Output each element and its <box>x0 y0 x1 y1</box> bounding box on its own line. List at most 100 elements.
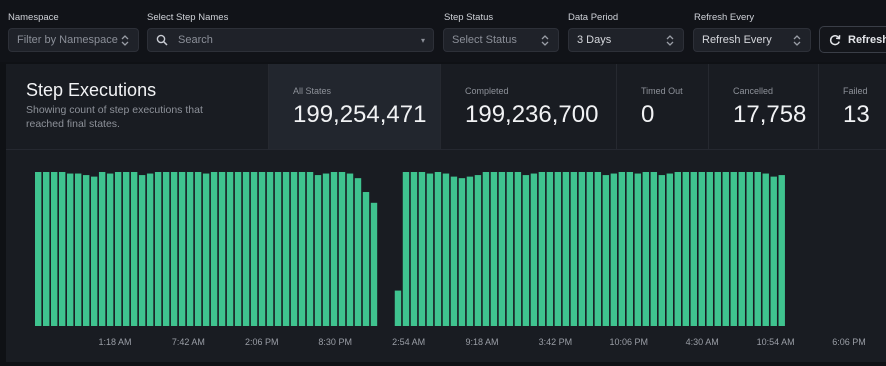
chart-bar <box>722 172 729 326</box>
updown-chevron-icon <box>540 34 550 46</box>
panel-subtitle: Showing count of step executions that re… <box>26 104 203 130</box>
chart-bar <box>314 175 322 326</box>
x-tick-label: 7:42 AM <box>172 337 205 347</box>
filter-bar: Namespace Filter by Namespace Select Ste… <box>0 0 886 62</box>
chart-bar <box>490 172 498 326</box>
refresh-button[interactable]: Refresh <box>819 26 886 53</box>
chart-bar <box>658 175 666 326</box>
namespace-value: Filter by Namespace <box>17 34 118 46</box>
updown-chevron-icon <box>665 34 675 46</box>
chart-bar <box>458 178 466 326</box>
namespace-select[interactable]: Filter by Namespace <box>8 28 139 52</box>
chart-bar <box>338 172 346 326</box>
chart-bar <box>202 173 210 326</box>
stat-timed-out[interactable]: Timed Out 0 <box>616 64 708 149</box>
chart-bar <box>498 172 506 326</box>
stat-value: 13 <box>843 101 870 128</box>
chart-bar <box>698 172 705 326</box>
chart-bar <box>546 172 554 326</box>
chart-bar <box>562 172 570 326</box>
x-tick-label: 2:06 PM <box>245 337 279 347</box>
chart-bar <box>362 192 370 326</box>
chart-bar <box>58 172 66 326</box>
chart-bar <box>594 172 602 326</box>
chart-bar <box>514 172 522 326</box>
data-period-select[interactable]: 3 Days <box>568 28 684 52</box>
chart-bar <box>98 172 106 326</box>
x-tick-label: 8:30 PM <box>318 337 352 347</box>
x-tick-label: 10:06 PM <box>610 337 649 347</box>
chart-bar <box>570 172 578 326</box>
x-tick-label: 3:42 PM <box>539 337 573 347</box>
chart-bar <box>714 172 721 326</box>
stat-value: 199,254,471 <box>293 101 427 128</box>
stat-value: 199,236,700 <box>465 101 599 128</box>
step-names-search[interactable]: Search ▾ <box>147 28 434 52</box>
chart-bar <box>42 172 50 326</box>
stat-value: 0 <box>641 101 655 128</box>
chart-bar <box>706 172 713 326</box>
refresh-every-select[interactable]: Refresh Every <box>693 28 811 52</box>
chart-bar <box>530 173 538 326</box>
x-tick-label: 6:06 PM <box>832 337 866 347</box>
namespace-label: Namespace <box>8 12 59 23</box>
chart-bar <box>450 176 458 326</box>
chart-bar <box>250 172 258 326</box>
chart-bar <box>410 172 418 326</box>
step-names-label: Select Step Names <box>147 12 229 23</box>
chart-bar <box>586 172 594 326</box>
chart-bar <box>106 173 114 326</box>
chart-bar <box>346 173 354 326</box>
chart-bar <box>298 172 306 326</box>
chart-bar <box>778 175 785 326</box>
chart-bar <box>282 172 290 326</box>
chart-bar <box>762 173 769 326</box>
chart-bar <box>618 172 626 326</box>
chart-bar <box>746 172 753 326</box>
stat-label: Cancelled <box>733 86 774 96</box>
chart-bar <box>770 176 777 326</box>
chart-bar <box>322 173 330 326</box>
updown-chevron-icon <box>120 34 130 46</box>
step-names-placeholder: Search <box>178 34 213 46</box>
chart-bar <box>738 172 745 326</box>
refresh-icon <box>829 34 841 46</box>
chart-bar <box>418 172 426 326</box>
panel-header: Step Executions Showing count of step ex… <box>26 80 236 131</box>
chart-bar <box>394 290 402 326</box>
chart-bar <box>186 172 194 326</box>
stat-completed[interactable]: Completed 199,236,700 <box>440 64 616 149</box>
refresh-every-value: Refresh Every <box>702 34 772 46</box>
stat-failed[interactable]: Failed 13 <box>818 64 886 149</box>
chart-bar <box>170 172 178 326</box>
data-period-label: Data Period <box>568 12 619 23</box>
chart-bar <box>114 172 122 326</box>
stat-all-states[interactable]: All States 199,254,471 <box>268 64 440 149</box>
x-tick-label: 10:54 AM <box>757 337 795 347</box>
chart-bar <box>730 172 737 326</box>
stat-cancelled[interactable]: Cancelled 17,758 <box>708 64 818 149</box>
chart-bar <box>178 172 186 326</box>
refresh-button-label: Refresh <box>848 33 886 46</box>
chart-bar <box>506 172 514 326</box>
chart-bar <box>266 172 274 326</box>
chart-bar <box>82 175 90 326</box>
chart-bar <box>66 173 74 326</box>
chart-bar <box>194 172 202 326</box>
step-executions-chart: 1:18 AM 7:42 AM 2:06 PM 8:30 PM 2:54 AM 9:18 … <box>6 150 886 362</box>
chart-bar <box>242 172 250 326</box>
step-status-value: Select Status <box>452 34 517 46</box>
search-icon <box>156 34 168 46</box>
chart-bar <box>234 172 242 326</box>
data-period-value: 3 Days <box>577 34 612 46</box>
chart-bar <box>330 172 338 326</box>
refresh-every-label: Refresh Every <box>694 12 755 23</box>
panel-title: Step Executions <box>26 80 157 100</box>
chart-bar <box>274 172 282 326</box>
chart-bar <box>290 172 298 326</box>
step-status-select[interactable]: Select Status <box>443 28 559 52</box>
chart-bar <box>138 175 146 326</box>
step-executions-panel: Step Executions Showing count of step ex… <box>6 64 886 362</box>
chart-bar <box>474 175 482 326</box>
chart-bar <box>74 173 82 326</box>
